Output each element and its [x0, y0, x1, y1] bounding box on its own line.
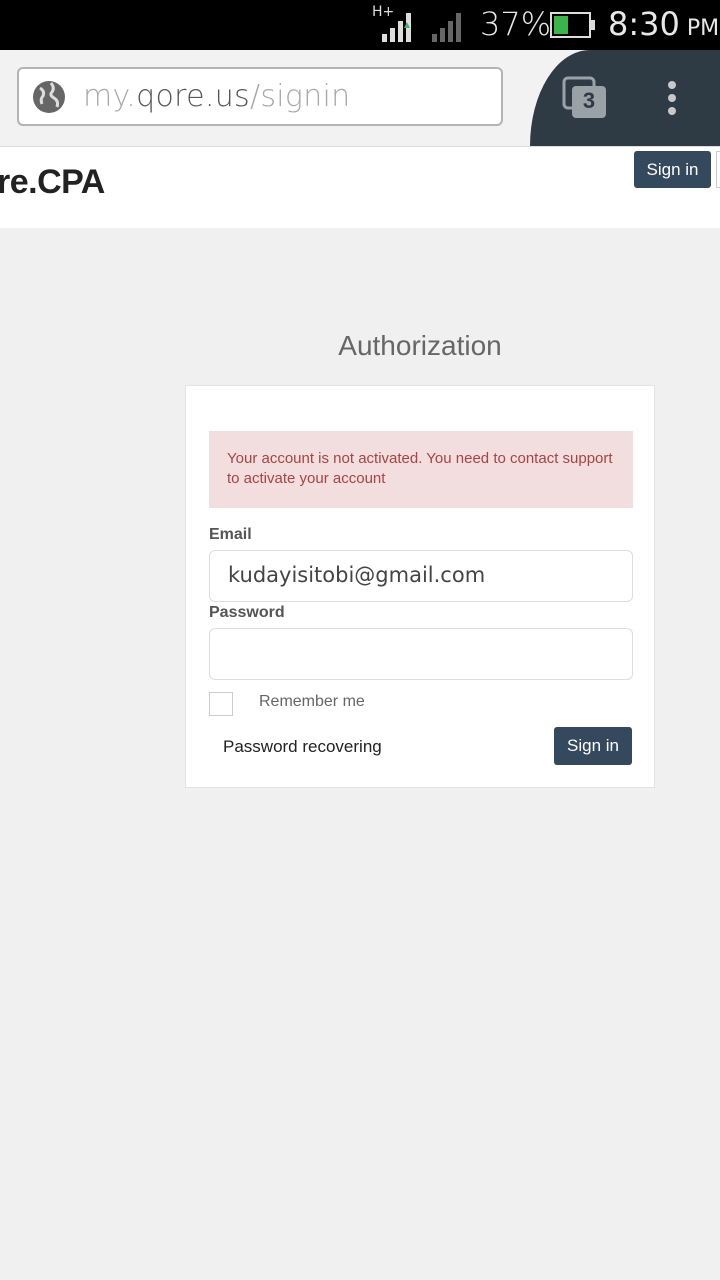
password-field[interactable]: [209, 628, 633, 680]
url-host: qore.us: [136, 79, 250, 114]
address-bar[interactable]: my.qore.us/signin: [17, 67, 503, 126]
email-field[interactable]: kudayisitobi@gmail.com: [209, 550, 633, 602]
error-alert: Your account is not activated. You need …: [209, 431, 633, 508]
remember-me-checkbox[interactable]: [209, 692, 233, 716]
battery-icon: [550, 12, 595, 38]
globe-icon: [33, 81, 65, 113]
remember-me-label[interactable]: Remember me: [259, 693, 365, 711]
status-bar: H+ 37% 8:30 PM: [0, 0, 720, 50]
header-signin-button[interactable]: Sign in: [634, 151, 711, 188]
browser-tab-area: [530, 50, 720, 146]
url-path: /signin: [249, 79, 351, 114]
clock-time: 8:30: [608, 5, 680, 43]
header-cutoff-button[interactable]: [716, 151, 720, 188]
menu-overflow-icon[interactable]: [664, 80, 680, 116]
password-label: Password: [209, 604, 285, 621]
url-prefix: my.: [83, 79, 137, 114]
secondary-signal-icon: [432, 13, 461, 42]
tab-count: 3: [582, 88, 596, 113]
signal-strength-icon: [382, 13, 411, 42]
clock-ampm: PM: [686, 16, 720, 41]
signin-button[interactable]: Sign in: [554, 727, 632, 765]
clock: 8:30 PM: [608, 5, 719, 43]
site-logo[interactable]: re.CPA: [0, 163, 105, 202]
site-header: re.CPA Sign in: [0, 146, 720, 228]
battery-percent: 37%: [480, 5, 552, 43]
password-recovery-link[interactable]: Password recovering: [223, 737, 382, 757]
email-label: Email: [209, 526, 252, 543]
url-text[interactable]: my.qore.us/signin: [83, 79, 351, 114]
login-panel: Your account is not activated. You need …: [185, 385, 655, 788]
page-title: Authorization: [338, 330, 502, 361]
tab-switcher-button[interactable]: 3: [562, 76, 608, 120]
